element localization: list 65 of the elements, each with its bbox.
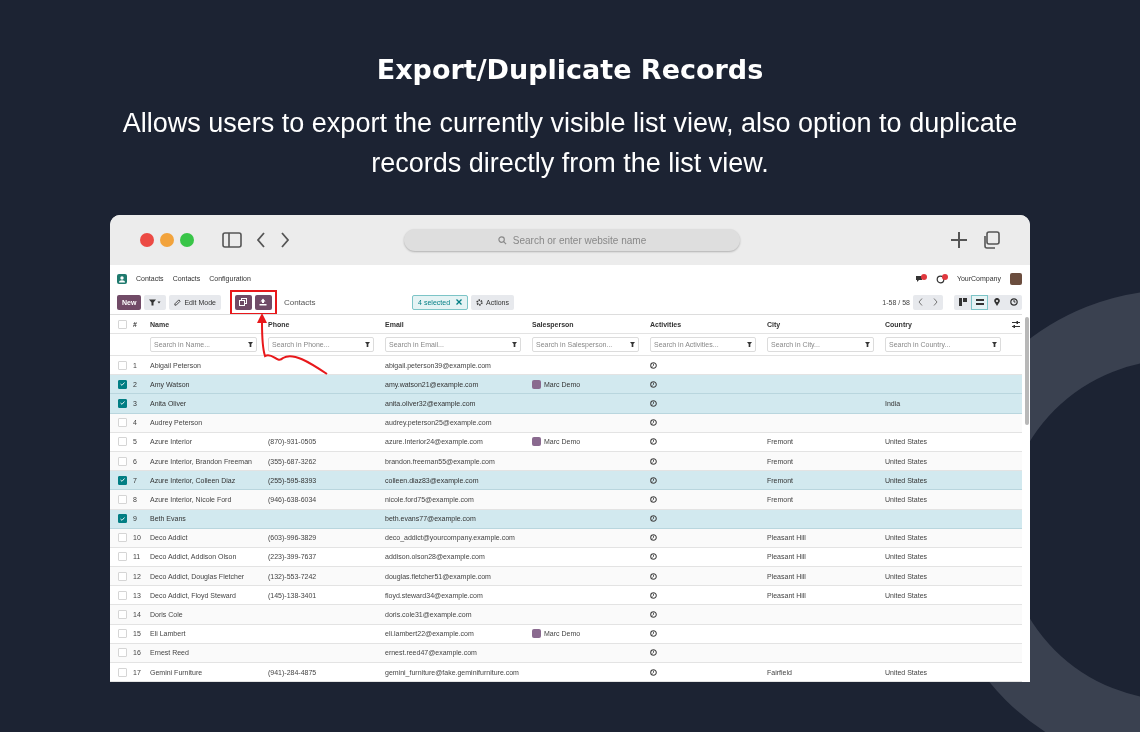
select-all-checkbox[interactable] [118,319,127,329]
activity-clock-icon[interactable] [650,495,657,503]
user-avatar[interactable] [1010,272,1022,285]
funnel-icon [365,342,370,347]
list-icon [975,298,984,306]
sidebar-icon[interactable] [222,232,242,248]
activity-clock-icon[interactable] [650,668,657,676]
funnel-icon [630,342,635,347]
activity-clock-icon[interactable] [650,649,657,657]
map-pin-icon [993,298,1000,306]
funnel-icon [149,298,162,306]
sliders-icon[interactable] [1011,320,1020,328]
activity-clock-icon[interactable] [650,457,657,465]
gear-icon [476,298,484,306]
activity-clock-icon[interactable] [650,476,657,484]
clock-icon[interactable] [935,273,948,284]
export-button[interactable] [254,294,272,310]
upload-icon [259,298,268,306]
funnel-icon [865,342,870,347]
back-icon[interactable] [256,232,266,248]
activity-clock-icon[interactable] [650,591,657,599]
chat-icon[interactable] [914,273,927,284]
salesperson-avatar [532,629,541,639]
plus-icon[interactable] [950,231,968,249]
duplicate-button[interactable] [234,294,252,310]
pencil-icon [174,298,182,306]
row-checkbox[interactable] [118,475,127,485]
close-icon[interactable] [456,299,463,305]
salesperson-avatar [532,437,541,447]
activity-clock-icon[interactable] [650,611,657,619]
subtitle: Allows users to export the currently visible list view, also option to duplicate records directly from the list view. [121,107,1019,180]
funnel-icon [512,342,517,347]
activity-clock-icon[interactable] [650,438,657,446]
kanban-icon [958,298,967,306]
forward-icon[interactable] [280,232,290,248]
activity-clock-icon[interactable] [650,419,657,427]
activity-clock-icon[interactable] [650,361,657,369]
copy-icon [239,298,248,306]
row-checkbox[interactable] [118,379,127,389]
funnel-icon [747,342,752,347]
salesperson-avatar [532,379,541,389]
activity-clock-icon[interactable] [650,380,657,388]
activity-clock-icon[interactable] [650,515,657,523]
search-icon [497,235,507,245]
funnel-icon [992,342,997,347]
clock-icon [1009,298,1018,306]
tabs-icon[interactable] [982,231,1000,249]
contacts-app-icon[interactable] [117,273,127,284]
filter-button[interactable] [144,294,167,310]
activity-clock-icon[interactable] [650,534,657,542]
activity-clock-icon[interactable] [650,630,657,638]
close-icon[interactable] [140,233,154,247]
funnel-icon [248,342,253,347]
activity-clock-icon[interactable] [650,399,657,407]
breadcrumb: Contacts [283,297,316,307]
list-view-button[interactable] [971,294,988,310]
activity-clock-icon[interactable] [650,572,657,580]
chevron-right-icon [933,298,938,306]
activity-clock-icon[interactable] [650,553,657,561]
chevron-left-icon [918,298,923,306]
row-checkbox[interactable] [118,514,127,524]
headline: Export/Duplicate Records [375,53,765,85]
row-checkbox[interactable] [118,398,127,408]
scrollbar[interactable] [1025,317,1029,425]
address-placeholder: Search or enter website name [512,234,647,246]
